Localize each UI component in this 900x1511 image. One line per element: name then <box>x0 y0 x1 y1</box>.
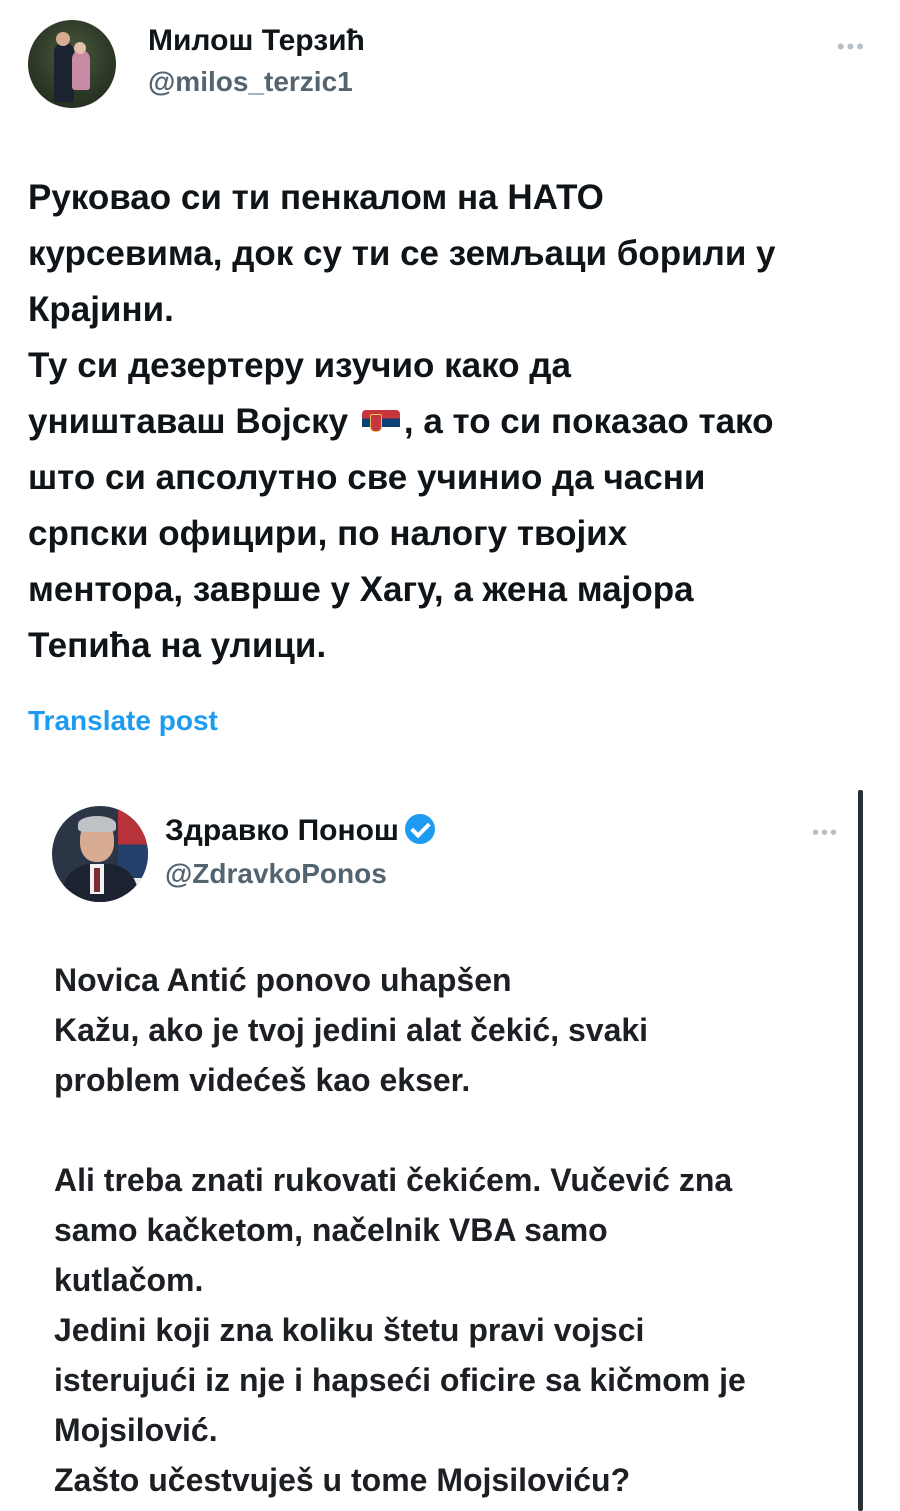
quoted-author-name[interactable]: Здравко Понош <box>165 814 399 847</box>
quoted-author-name-row[interactable]: Здравко Понош <box>165 814 435 848</box>
quoted-line: problem videćeš kao ekser. <box>54 1062 471 1098</box>
quoted-more-options-icon[interactable]: ••• <box>812 822 839 845</box>
post-text: Руковао си ти пенкалом на НАТО курсевима… <box>28 170 878 674</box>
quoted-line: isterujući iz nje i hapseći oficire sa k… <box>54 1362 746 1398</box>
post-line: курсевима, док су ти се земљаци борили у <box>28 234 776 273</box>
post-line: Тепића на улици. <box>28 626 327 665</box>
post-line: српски официри, по налогу твојих <box>28 514 628 553</box>
more-options-icon[interactable]: ••• <box>837 34 866 60</box>
quoted-line: Ali treba znati rukovati čekićem. Vučevi… <box>54 1162 733 1198</box>
author-name[interactable]: Милош Терзић <box>148 24 365 58</box>
translate-post-link[interactable]: Translate post <box>28 705 218 737</box>
quote-divider <box>858 790 863 1511</box>
quoted-line: Zašto učestvuješ u tome Mojsiloviću? <box>54 1462 631 1498</box>
quoted-line: samo kačketom, načelnik VBA samo <box>54 1212 608 1248</box>
verified-badge-icon <box>404 814 435 844</box>
post-line: ментора, заврше у Хагу, а жена мајора <box>28 570 694 609</box>
quoted-post-text: Novica Antić ponovo uhapšen Kažu, ako je… <box>54 955 854 1505</box>
quoted-line-blank <box>54 1105 854 1155</box>
author-handle[interactable]: @milos_terzic1 <box>148 66 353 98</box>
quoted-author-avatar[interactable] <box>52 806 148 902</box>
quoted-line: Novica Antić ponovo uhapšen <box>54 962 512 998</box>
post-header: Милош Терзић @milos_terzic1 ••• <box>28 20 872 112</box>
quoted-line: kutlačom. <box>54 1262 204 1298</box>
post-line: што си апсолутно све учинио да часни <box>28 458 706 497</box>
post-line: Ту си дезертеру изучио како да <box>28 346 571 385</box>
author-avatar[interactable] <box>28 20 116 108</box>
serbia-flag-icon <box>361 410 400 436</box>
post-line-part: уништаваш Војску <box>28 402 349 441</box>
quoted-line: Jedini koji zna koliku štetu pravi vojsc… <box>54 1312 645 1348</box>
post-line-with-flag: уништаваш Војску , а то си показао тако <box>28 394 878 450</box>
quoted-line: Mojsilović. <box>54 1412 218 1448</box>
post-line-part: , а то си показао тако <box>403 402 774 441</box>
post-line: Руковао си ти пенкалом на НАТО <box>28 178 604 217</box>
quoted-line: Kažu, ako je tvoj jedini alat čekić, sva… <box>54 1012 649 1048</box>
quoted-author-handle[interactable]: @ZdravkoPonos <box>165 858 387 890</box>
post-line: Крајини. <box>28 290 174 329</box>
